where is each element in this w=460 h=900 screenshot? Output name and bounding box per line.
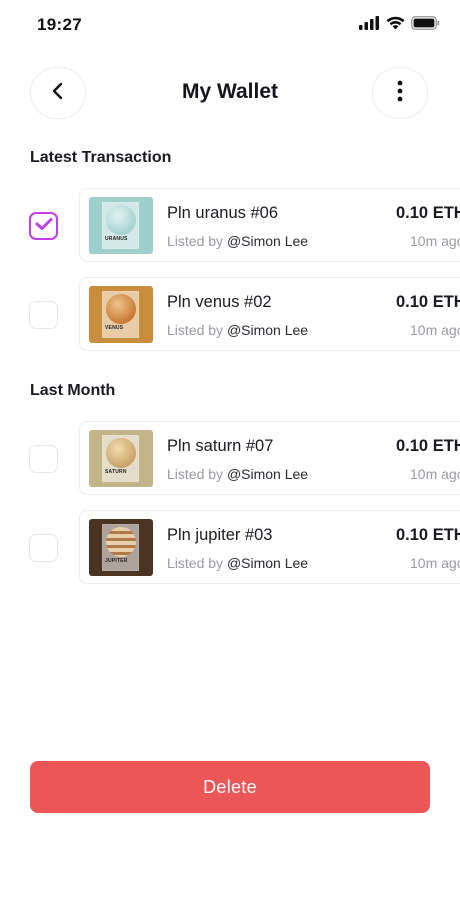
list-item: URANUS Pln uranus #06 Listed by @Simon L… xyxy=(0,188,460,264)
item-name: Pln venus #02 xyxy=(167,293,272,311)
transaction-card[interactable]: SATURN Pln saturn #07 Listed by @Simon L… xyxy=(79,421,460,495)
item-checkbox[interactable] xyxy=(29,301,58,329)
more-vertical-icon xyxy=(397,80,403,107)
thumb-label: JUPITER xyxy=(105,558,128,564)
item-time: 10m ago xyxy=(410,233,460,249)
list-item: JUPITER Pln jupiter #03 Listed by @Simon… xyxy=(0,510,460,586)
transaction-card[interactable]: URANUS Pln uranus #06 Listed by @Simon L… xyxy=(79,188,460,262)
list-item: SATURN Pln saturn #07 Listed by @Simon L… xyxy=(0,421,460,497)
thumb-label: VENUS xyxy=(105,325,124,331)
section-title-last-month: Last Month xyxy=(30,382,116,399)
item-user: @Simon Lee xyxy=(226,555,309,571)
status-time: 19:27 xyxy=(37,15,82,34)
item-listed-by: Listed by @Simon Lee xyxy=(167,466,309,482)
item-listed-by: Listed by @Simon Lee xyxy=(167,233,309,249)
item-user: @Simon Lee xyxy=(226,322,309,338)
item-name: Pln uranus #06 xyxy=(167,204,278,222)
item-user: @Simon Lee xyxy=(226,466,309,482)
nft-thumbnail: JUPITER xyxy=(89,519,153,576)
thumb-label: URANUS xyxy=(105,236,128,242)
item-time: 10m ago xyxy=(410,466,460,482)
more-options-button[interactable] xyxy=(372,67,428,119)
item-time: 10m ago xyxy=(410,322,460,338)
item-price: 0.10 ETH xyxy=(396,437,460,455)
item-price: 0.10 ETH xyxy=(396,526,460,544)
item-name: Pln jupiter #03 xyxy=(167,526,273,544)
battery-icon xyxy=(411,16,440,35)
list-item: VENUS Pln venus #02 Listed by @Simon Lee… xyxy=(0,277,460,353)
transaction-card[interactable]: JUPITER Pln jupiter #03 Listed by @Simon… xyxy=(79,510,460,584)
thumb-label: SATURN xyxy=(105,469,127,475)
cellular-signal-icon xyxy=(359,16,380,35)
nft-thumbnail: URANUS xyxy=(89,197,153,254)
item-price: 0.10 ETH xyxy=(396,204,460,222)
nft-thumbnail: VENUS xyxy=(89,286,153,343)
item-checkbox[interactable] xyxy=(29,534,58,562)
delete-button[interactable]: Delete xyxy=(30,761,430,813)
status-bar: 19:27 xyxy=(0,0,460,48)
item-checkbox[interactable] xyxy=(29,445,58,473)
section-title-latest-transaction: Latest Transaction xyxy=(30,149,172,166)
header: My Wallet xyxy=(0,66,460,120)
item-user: @Simon Lee xyxy=(226,233,309,249)
item-listed-by: Listed by @Simon Lee xyxy=(167,322,309,338)
status-icons xyxy=(359,16,440,35)
checkmark-icon xyxy=(35,217,53,236)
item-listed-by: Listed by @Simon Lee xyxy=(167,555,309,571)
wifi-icon xyxy=(386,16,405,35)
item-checkbox[interactable] xyxy=(29,212,58,240)
item-price: 0.10 ETH xyxy=(396,293,460,311)
nft-thumbnail: SATURN xyxy=(89,430,153,487)
item-name: Pln saturn #07 xyxy=(167,437,274,455)
item-time: 10m ago xyxy=(410,555,460,571)
transaction-card[interactable]: VENUS Pln venus #02 Listed by @Simon Lee… xyxy=(79,277,460,351)
